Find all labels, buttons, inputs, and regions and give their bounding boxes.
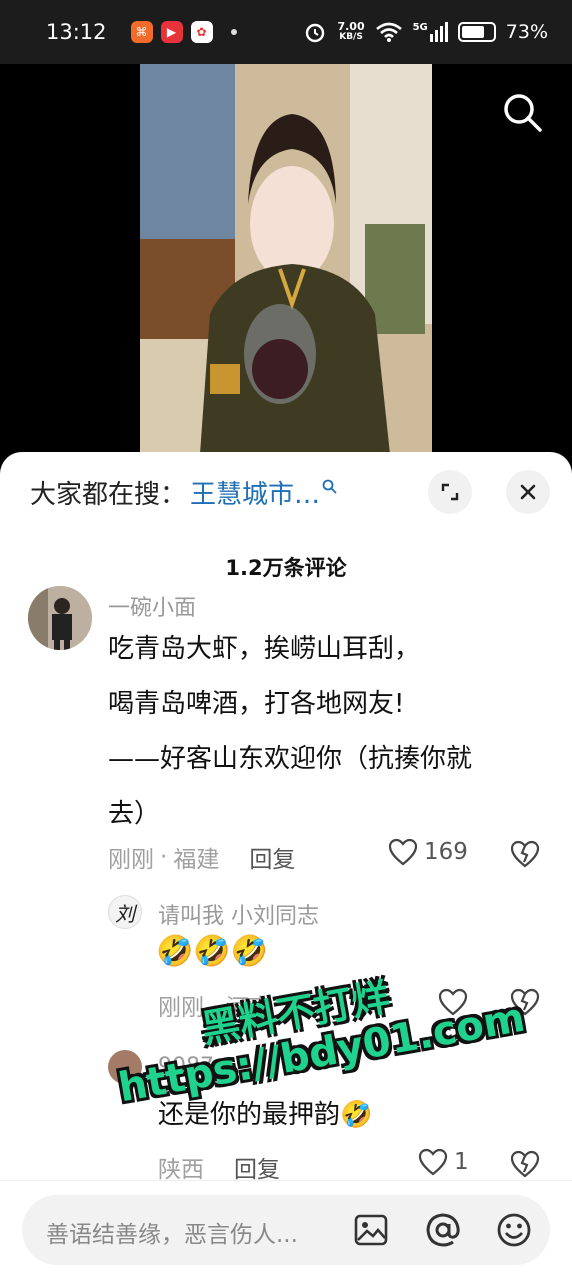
alarm-icon (306, 23, 325, 43)
hot-search-bar[interactable]: 大家都在搜： 王慧城市… (30, 474, 338, 511)
battery-percent: 73% (505, 21, 548, 43)
status-time: 13:12 (46, 20, 107, 44)
reply-username[interactable]: 9087 (158, 1054, 214, 1079)
comment-line: 喝青岛啤酒，打各地网友! (108, 689, 405, 719)
reply-meta: 刚刚 · 河南 (158, 995, 272, 1021)
like-button[interactable]: 1 (418, 1148, 469, 1176)
reply-avatar[interactable]: 刘 (108, 895, 142, 929)
heart-icon (418, 1148, 448, 1176)
comment-line: 去） (108, 799, 161, 829)
comment-time: 刚刚 (108, 847, 154, 873)
reply-username[interactable]: 请叫我 小刘同志 (158, 898, 319, 930)
avatar[interactable] (28, 586, 92, 650)
comment-text[interactable]: 吃青岛大虾，挨崂山耳刮， 喝青岛啤酒，打各地网友! ——好客山东欢迎你（抗揍你就… (108, 622, 472, 842)
dislike-icon[interactable] (510, 1150, 540, 1178)
comment-line: 吃青岛大虾，挨崂山耳刮， (108, 634, 421, 664)
reply-button[interactable]: 回复 (234, 1150, 280, 1184)
like-count: 169 (424, 839, 468, 865)
comment-count: 1.2万条评论 (225, 556, 347, 580)
reply-text[interactable]: 还是你的最押韵🤣 (158, 1088, 372, 1143)
comment-input-placeholder: 善语结善缘，恶言伤人... (46, 1222, 298, 1248)
reply-avatar[interactable] (108, 1050, 142, 1084)
comment-input-bar: 善语结善缘，恶言伤人... (0, 1180, 572, 1280)
network-speed: 7.00 KB/S (337, 21, 364, 43)
close-icon (520, 484, 536, 500)
video-thumbnail-image (140, 64, 432, 454)
comment-location: 福建 (173, 847, 220, 873)
battery-icon (457, 22, 496, 42)
dislike-icon[interactable] (510, 840, 540, 868)
reply-location: 陕西 (158, 1157, 204, 1183)
comments-sheet: 大家都在搜： 王慧城市… 1.2万条评论 一碗小面 吃青岛大虾，挨崂山耳刮， 喝… (0, 452, 572, 1280)
meta-separator: · (160, 844, 168, 870)
heart-icon (388, 838, 418, 866)
mention-icon[interactable] (424, 1211, 462, 1249)
network-speed-value: 7.00 (337, 20, 365, 33)
more-notifications-icon (230, 29, 237, 35)
comment-meta: 刚刚 · 福建 回复 (108, 840, 295, 874)
video-frame[interactable] (140, 64, 432, 454)
video-app-icon: ▶ (160, 21, 183, 43)
like-button[interactable]: 169 (388, 838, 468, 866)
hot-search-prefix: 大家都在搜： (30, 480, 187, 510)
photos-app-icon: ✿ (190, 21, 213, 43)
signal-label: 5G (412, 22, 428, 33)
emoji-icon[interactable] (496, 1212, 532, 1248)
wifi-icon (375, 22, 402, 42)
reply-button[interactable]: 回复 (249, 840, 295, 874)
expand-icon (441, 483, 459, 501)
like-count: 1 (454, 1149, 469, 1175)
status-bar: 13:12 ⌘ ▶ ✿ 7.00 KB/S 5G 73% (0, 0, 572, 64)
app-notification-icon: ⌘ (130, 21, 153, 43)
expand-button[interactable] (428, 470, 472, 514)
reply-meta: 陕西 回复 (158, 1150, 280, 1184)
video-player[interactable] (0, 64, 572, 464)
reply-emoji-text[interactable]: 🤣🤣🤣 (156, 934, 268, 969)
close-button[interactable] (506, 470, 550, 514)
status-app-icons: ⌘ ▶ ✿ (130, 21, 237, 43)
hot-search-icon (322, 479, 337, 494)
cell-signal-icon: 5G (413, 22, 448, 42)
hot-search-term[interactable]: 王慧城市… (190, 474, 320, 511)
heart-icon[interactable] (438, 988, 468, 1016)
comment-input[interactable]: 善语结善缘，恶言伤人... (22, 1195, 550, 1265)
search-icon[interactable] (500, 90, 544, 134)
dislike-icon[interactable] (510, 988, 540, 1016)
image-icon[interactable] (354, 1213, 388, 1247)
comment-username[interactable]: 一碗小面 (108, 590, 196, 622)
avatar-image (28, 586, 92, 650)
network-speed-unit: KB/S (339, 32, 363, 42)
comment-line: ——好客山东欢迎你（抗揍你就 (108, 744, 473, 774)
